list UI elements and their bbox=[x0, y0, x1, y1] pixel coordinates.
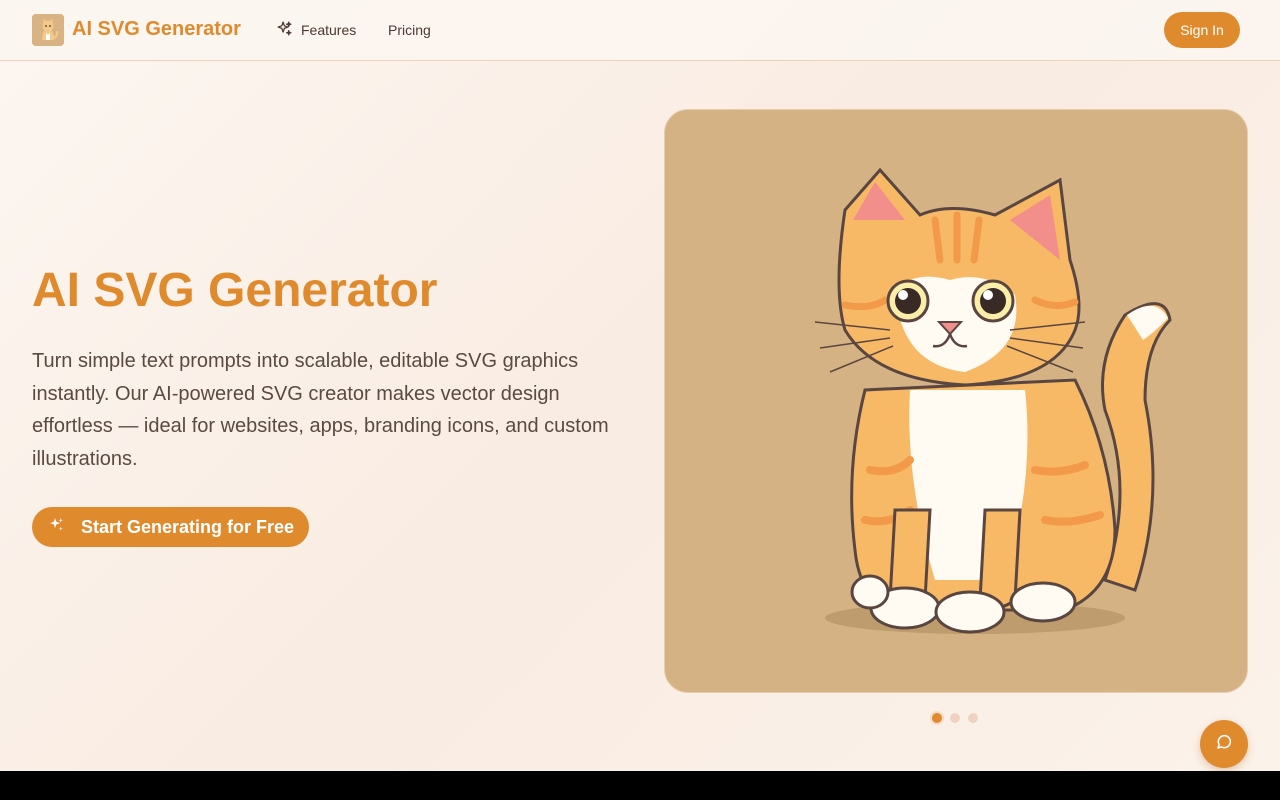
start-generating-label: Start Generating for Free bbox=[81, 516, 295, 537]
kitten-illustration bbox=[814, 167, 1172, 634]
start-generating-button[interactable]: Start Generating for Free bbox=[32, 507, 309, 547]
page: AI SVG Generator Features Pricing Sign I… bbox=[0, 0, 1280, 771]
sign-in-button[interactable]: Sign In bbox=[1164, 12, 1240, 48]
site-header: AI SVG Generator Features Pricing Sign I… bbox=[0, 0, 1280, 61]
nav-features-label: Features bbox=[301, 22, 357, 38]
chat-button[interactable] bbox=[1200, 720, 1248, 768]
nav-pricing-label: Pricing bbox=[388, 22, 431, 38]
nav-features[interactable]: Features bbox=[276, 20, 356, 40]
carousel-dot-2[interactable] bbox=[950, 713, 960, 723]
hero-title: AI SVG Generator bbox=[32, 264, 438, 317]
carousel-dot-1[interactable] bbox=[932, 713, 942, 723]
brand-name[interactable]: AI SVG Generator bbox=[72, 18, 241, 41]
logo-icon[interactable] bbox=[32, 14, 64, 46]
sparkles-icon bbox=[48, 516, 65, 538]
sparkles-icon bbox=[276, 20, 293, 40]
hero-description: Turn simple text prompts into scalable, … bbox=[32, 350, 609, 470]
chat-bubble-icon bbox=[1215, 733, 1233, 756]
hero-image-card bbox=[664, 109, 1248, 693]
carousel-dot-3[interactable] bbox=[968, 713, 978, 723]
nav-pricing[interactable]: Pricing bbox=[388, 20, 431, 40]
carousel-dots bbox=[932, 712, 978, 724]
